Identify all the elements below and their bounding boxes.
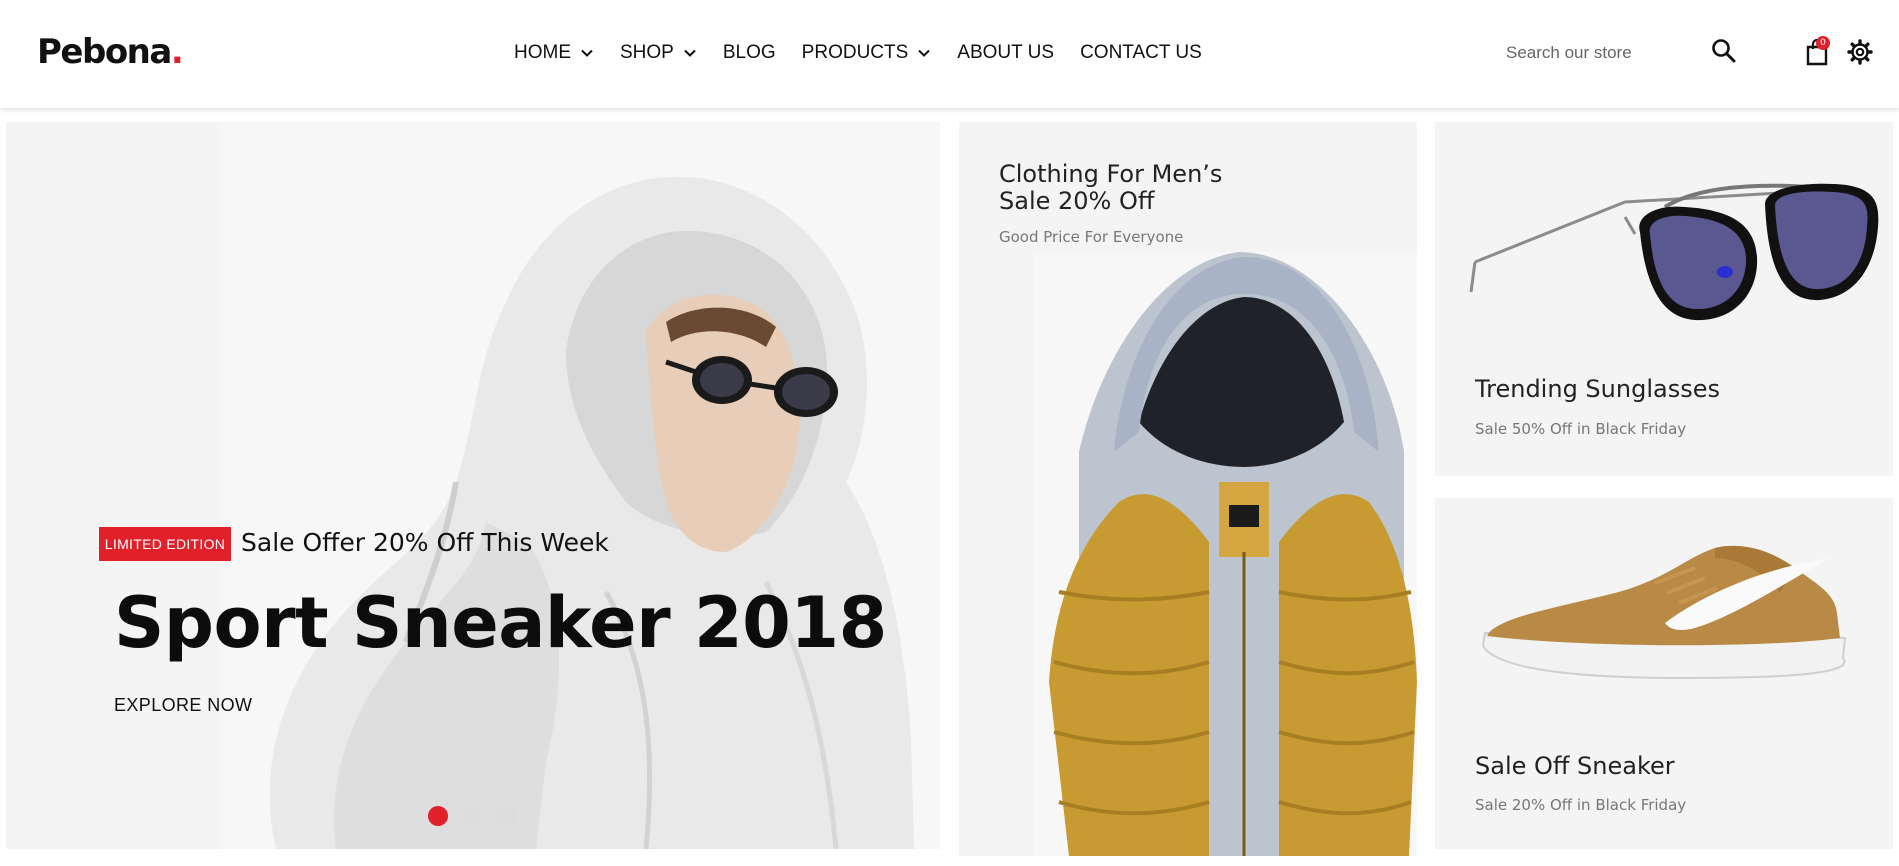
clothing-title-line2: Sale 20% Off: [999, 187, 1155, 215]
nav-label-products: PRODUCTS: [801, 42, 909, 63]
logo-dot: .: [170, 32, 184, 72]
slider-dot-1[interactable]: [428, 806, 448, 826]
sneaker-subtitle: Sale 20% Off in Black Friday: [1475, 796, 1687, 814]
nav-label-about-us: ABOUT US: [957, 42, 1055, 63]
main-nav: HOME SHOP BLOG PRODUCTS ABOUT US CONTACT…: [514, 42, 1228, 64]
hero-model-image: [220, 122, 940, 849]
clothing-title: Clothing For Men’s Sale 20% Off: [999, 161, 1222, 215]
sunglasses-subtitle: Sale 50% Off in Black Friday: [1475, 420, 1687, 438]
hero-slider: LIMITED EDITION Sale Offer 20% Off This …: [6, 122, 940, 849]
search-input[interactable]: [1506, 38, 1696, 68]
hero-offer-text: Sale Offer 20% Off This Week: [241, 528, 609, 557]
sunglasses-title: Trending Sunglasses: [1475, 375, 1720, 403]
chevron-down-icon: [918, 49, 931, 57]
slider-dot-2[interactable]: [462, 806, 482, 826]
nav-item-products[interactable]: PRODUCTS: [802, 42, 932, 64]
clothing-title-line1: Clothing For Men’s: [999, 160, 1223, 188]
logo[interactable]: Pebona.: [37, 32, 184, 72]
hero-title: Sport Sneaker 2018: [114, 582, 887, 664]
nav-item-home[interactable]: HOME: [514, 42, 594, 64]
explore-now-link[interactable]: EXPLORE NOW: [114, 695, 252, 716]
nav-label-home: HOME: [514, 42, 571, 63]
banner-sunglasses[interactable]: Trending Sunglasses Sale 50% Off in Blac…: [1435, 122, 1893, 476]
chevron-down-icon: [684, 49, 696, 57]
nav-item-blog[interactable]: BLOG: [723, 42, 776, 64]
limited-edition-badge: LIMITED EDITION: [99, 527, 231, 561]
search-icon[interactable]: [1711, 38, 1737, 64]
logo-text: Pebona: [37, 32, 172, 72]
nav-item-shop[interactable]: SHOP: [620, 42, 697, 64]
cart-count-badge: 0: [1816, 36, 1830, 50]
slider-dot-3[interactable]: [496, 806, 516, 826]
sneaker-title: Sale Off Sneaker: [1475, 752, 1675, 780]
gear-icon[interactable]: [1846, 38, 1874, 66]
nav-label-shop: SHOP: [620, 42, 674, 63]
nav-label-blog: BLOG: [722, 42, 776, 63]
slider-dots: [428, 806, 530, 826]
banner-sneaker[interactable]: Sale Off Sneaker Sale 20% Off in Black F…: [1435, 498, 1893, 849]
nav-item-about-us[interactable]: ABOUT US: [957, 42, 1054, 64]
site-header: Pebona. HOME SHOP BLOG PRODUCTS ABOUT US…: [0, 0, 1899, 108]
nav-item-contact-us[interactable]: CONTACT US: [1080, 42, 1202, 64]
clothing-subtitle: Good Price For Everyone: [999, 228, 1184, 246]
banner-clothing[interactable]: Clothing For Men’s Sale 20% Off Good Pri…: [959, 122, 1417, 856]
nav-label-contact-us: CONTACT US: [1080, 42, 1202, 63]
chevron-down-icon: [581, 49, 593, 57]
